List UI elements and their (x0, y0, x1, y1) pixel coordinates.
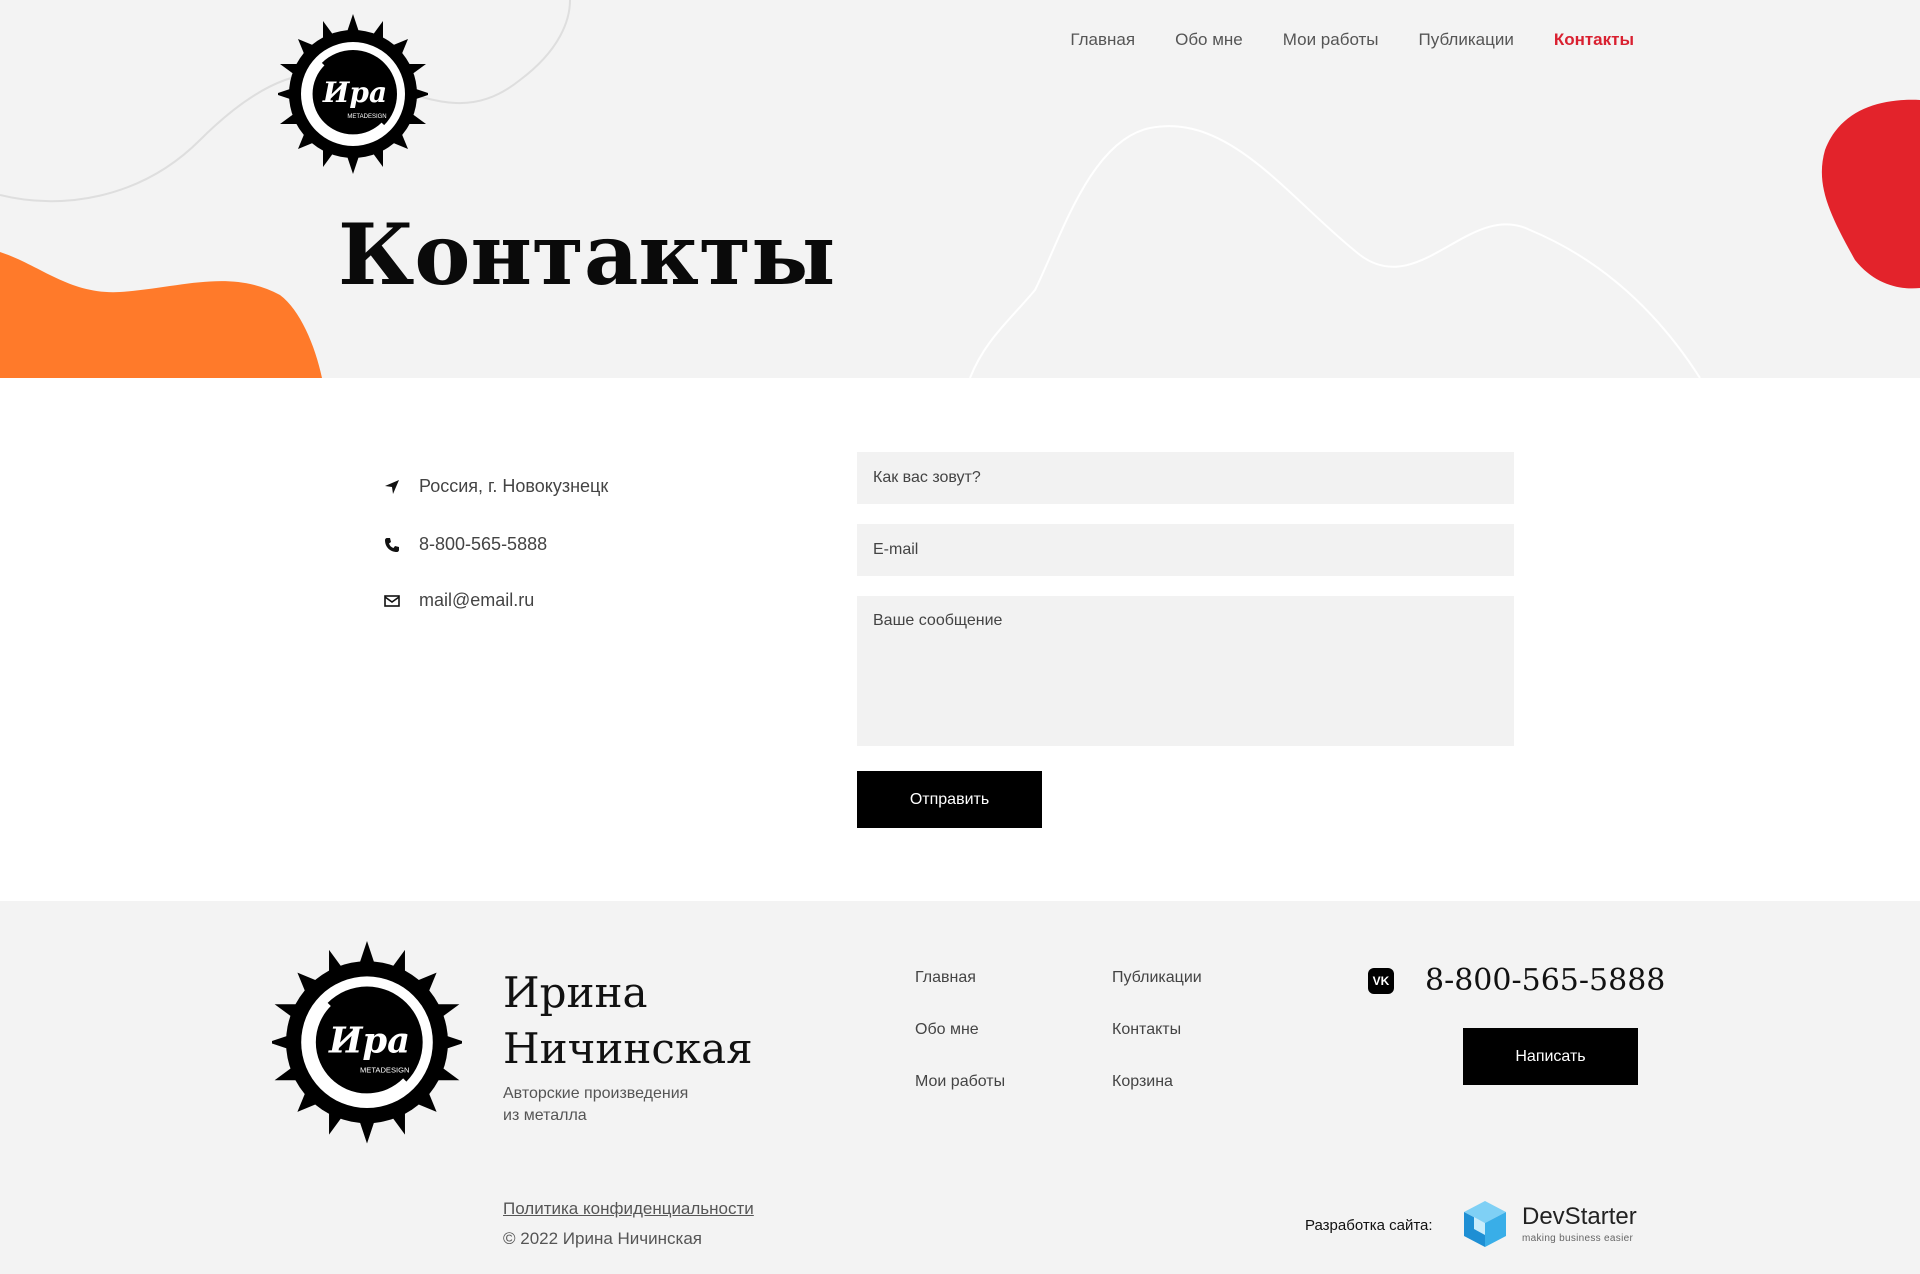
nav-item-about[interactable]: Обо мне (1175, 30, 1243, 50)
phone-icon (383, 536, 401, 554)
email-input[interactable]: E-mail (857, 524, 1514, 576)
nav-item-home[interactable]: Главная (1070, 30, 1135, 50)
orange-blob (0, 252, 322, 378)
phone-link[interactable]: 8-800-565-5888 (419, 534, 547, 555)
name-input[interactable]: Как вас зовут? (857, 452, 1514, 504)
footer-logo[interactable]: Ира METADESIGN (272, 941, 462, 1146)
contact-phone: 8-800-565-5888 (383, 534, 547, 555)
developer-label: Разработка сайта: (1305, 1217, 1433, 1234)
developer-tagline: making business easier (1522, 1233, 1634, 1244)
navigation-arrow-icon (383, 478, 401, 496)
footer-link-home[interactable]: Главная (915, 969, 976, 987)
red-blob (1821, 99, 1920, 289)
message-textarea[interactable]: Ваше сообщение (857, 596, 1514, 746)
svg-text:Ира: Ира (322, 76, 387, 109)
address-text: Россия, г. Новокузнецк (419, 476, 609, 496)
main-nav: Главная Обо мне Мои работы Публикации Ко… (1030, 30, 1634, 50)
footer-author-name: Ирина Ничинская (503, 965, 803, 1077)
svg-text:METADESIGN: METADESIGN (360, 1066, 410, 1075)
email-link[interactable]: mail@email.ru (419, 590, 534, 611)
footer-link-works[interactable]: Мои работы (915, 1073, 1005, 1091)
page-title: Контакты (338, 205, 836, 304)
footer: Ира METADESIGN Ирина Ничинская Авторские… (0, 901, 1920, 1274)
developer-name[interactable]: DevStarter (1522, 1203, 1637, 1231)
footer-link-cart[interactable]: Корзина (1112, 1073, 1173, 1091)
footer-phone[interactable]: 8-800-565-5888 (1425, 963, 1665, 998)
vk-icon[interactable]: VK (1368, 968, 1394, 994)
devstarter-logo-icon[interactable] (1462, 1199, 1508, 1249)
author-last-name: Ничинская (503, 1024, 753, 1073)
subtitle-line-1: Авторские произведения (503, 1085, 689, 1102)
nav-item-contacts[interactable]: Контакты (1554, 30, 1634, 50)
footer-subtitle: Авторские произведения из металла (503, 1083, 733, 1127)
mail-icon (383, 592, 401, 610)
submit-button[interactable]: Отправить (857, 771, 1042, 828)
footer-link-contacts[interactable]: Контакты (1112, 1021, 1181, 1039)
svg-text:METADESIGN: METADESIGN (347, 114, 386, 120)
footer-link-publications[interactable]: Публикации (1112, 969, 1202, 987)
author-first-name: Ирина (503, 968, 648, 1017)
logo[interactable]: Ира METADESIGN (278, 14, 428, 176)
subtitle-line-2: из металла (503, 1107, 587, 1124)
nav-item-works[interactable]: Мои работы (1283, 30, 1379, 50)
hero-banner: Ира METADESIGN Главная Обо мне Мои работ… (0, 0, 1920, 378)
nav-item-publications[interactable]: Публикации (1419, 30, 1514, 50)
contact-address: Россия, г. Новокузнецк (383, 476, 608, 497)
svg-text:Ира: Ира (328, 1020, 410, 1061)
copyright: © 2022 Ирина Ничинская (503, 1229, 703, 1248)
contact-email: mail@email.ru (383, 590, 534, 611)
write-button[interactable]: Написать (1463, 1028, 1638, 1085)
contacts-section: Россия, г. Новокузнецк 8-800-565-5888 ma… (0, 378, 1920, 901)
privacy-policy-link[interactable]: Политика конфиденциальности (503, 1199, 754, 1219)
footer-link-about[interactable]: Обо мне (915, 1021, 979, 1039)
